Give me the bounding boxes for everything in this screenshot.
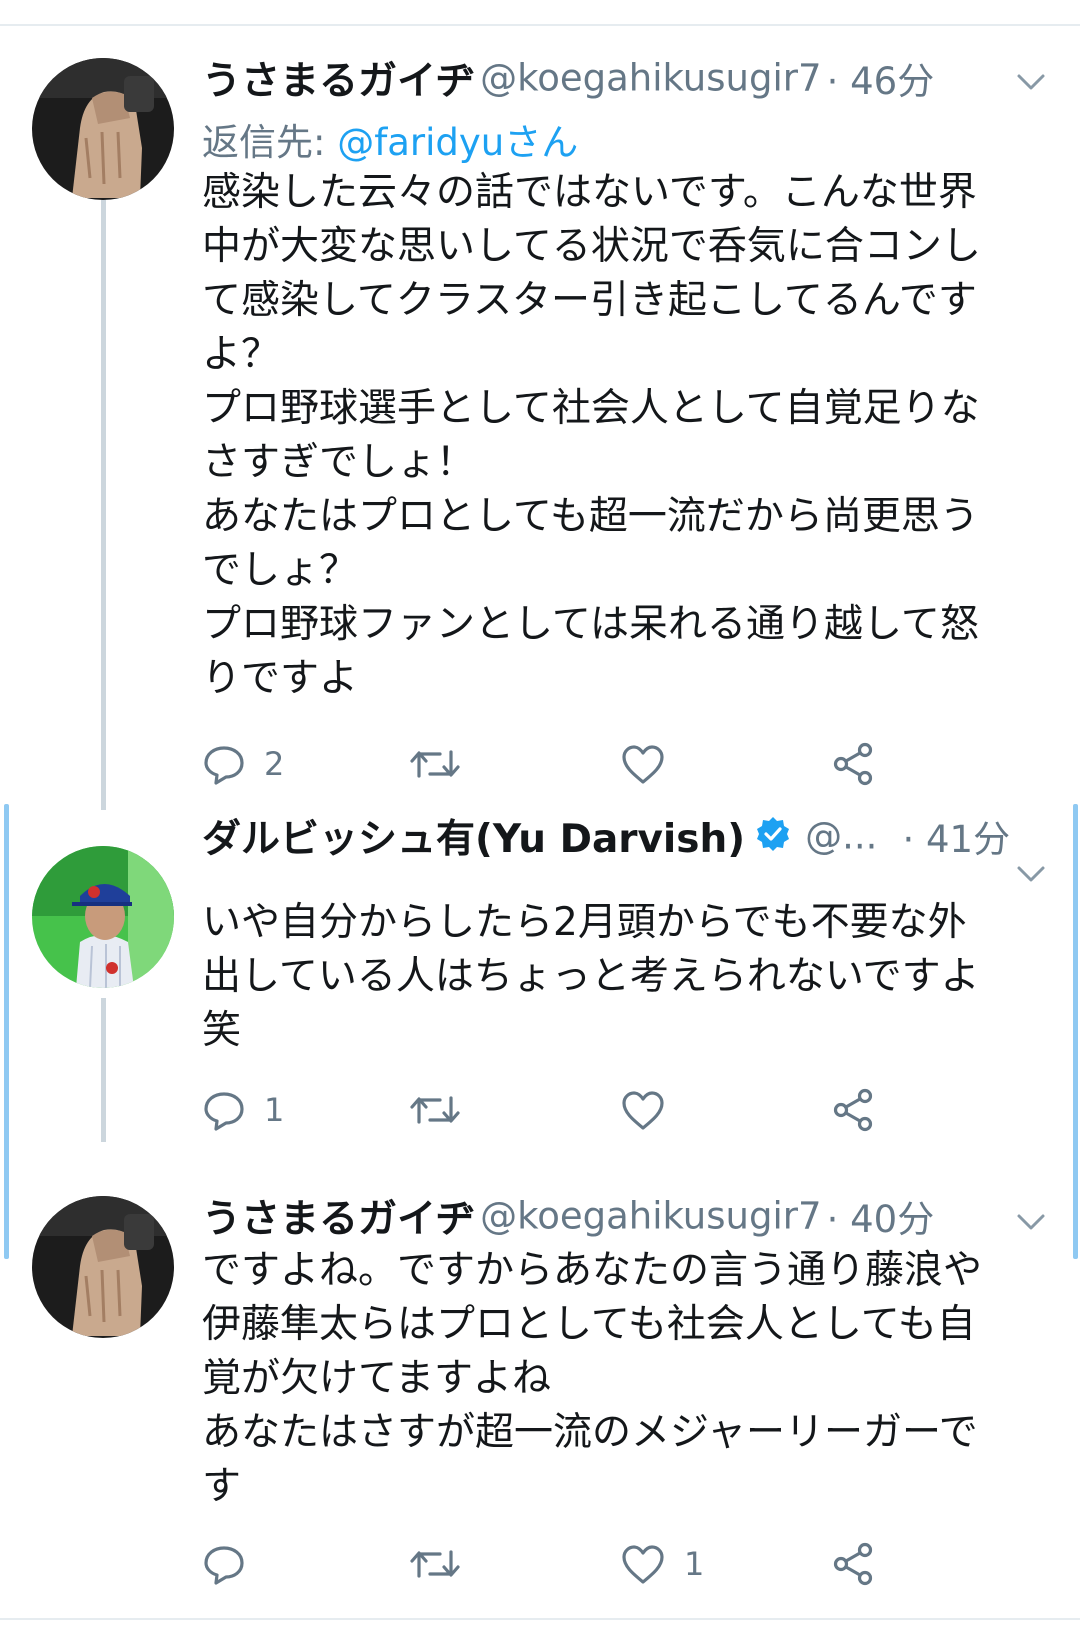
retweet-button[interactable] [410, 740, 478, 788]
user-handle[interactable]: @koegahikusugir7 [480, 1195, 821, 1238]
tweet-text-line: 中が大変な思いしてる状況で呑気に合コンし [202, 224, 981, 269]
reply-to-mention[interactable]: @faridyuさん [337, 121, 578, 164]
share-icon [833, 1542, 873, 1586]
verified-badge-icon [755, 816, 791, 856]
focus-indicator-left [4, 804, 9, 1259]
tweet-text-line: ですよね。ですからあなたの言う通り藤浪や [202, 1248, 983, 1293]
avatar-image [32, 846, 174, 988]
tweet-text-line: プロ野球ファンとしては呆れる通り越して怒 [202, 602, 979, 647]
reply-button[interactable]: 2 [202, 740, 284, 788]
tweet-text-line: 感染した云々の話ではないです。こんな世界 [202, 170, 977, 215]
display-name[interactable]: うさまるガイヂ [202, 1197, 475, 1242]
tweet-text-line: あなたはプロとしても超一流だから尚更思う [202, 494, 979, 539]
heart-icon [622, 1545, 664, 1584]
tweet-text: 感染した云々の話ではないです。こんな世界 中が大変な思いしてる状況で呑気に合コン… [202, 166, 1048, 706]
reply-icon [204, 1546, 244, 1585]
chevron-down-icon[interactable] [1016, 1212, 1046, 1232]
retweet-icon [410, 1550, 460, 1578]
share-button[interactable] [832, 1540, 876, 1588]
tweet-header: うさまるガイヂ @koegahikusugir7 · 46分 [202, 50, 1060, 108]
user-handle[interactable]: @... [805, 815, 877, 858]
retweet-icon [410, 750, 460, 778]
like-button[interactable]: 1 [620, 1540, 704, 1588]
top-divider [0, 24, 1080, 26]
reply-icon [204, 1092, 244, 1131]
conversation-thread: うさまるガイヂ @koegahikusugir7 · 46分 返信先: @far… [0, 0, 1080, 1634]
reply-count: 1 [264, 1091, 285, 1129]
bottom-divider [0, 1618, 1080, 1620]
avatar-image [32, 58, 174, 200]
tweet-text-line: でしょ？ [202, 548, 359, 593]
like-button[interactable] [620, 1086, 684, 1134]
retweet-icon [410, 1096, 460, 1124]
tweet-text-line: 笑 [202, 1008, 242, 1053]
avatar[interactable] [32, 846, 174, 988]
heart-icon [622, 745, 664, 784]
reply-to-label: 返信先: [202, 121, 338, 164]
chevron-down-icon[interactable] [1016, 864, 1046, 884]
tweet-text: ですよね。ですからあなたの言う通り藤浪や 伊藤隼太らはプロとしても社会人としても… [202, 1244, 1048, 1514]
display-name[interactable]: ダルビッシュ有(Yu Darvish) [202, 817, 745, 862]
user-handle[interactable]: @koegahikusugir7 [480, 57, 821, 100]
reply-count: 2 [264, 745, 285, 783]
like-button[interactable] [620, 740, 684, 788]
tweet-text-line: す [202, 1464, 242, 1509]
like-count: 1 [684, 1545, 705, 1583]
reply-button[interactable] [202, 1540, 264, 1588]
avatar[interactable] [32, 58, 174, 200]
tweet-actions: 1 [202, 1086, 902, 1134]
reply-button[interactable]: 1 [202, 1086, 284, 1134]
tweet-text-line: 出している人はちょっと考えられないですよ [202, 954, 980, 999]
tweet-text-line: て感染してクラスター引き起こしてるんです [202, 278, 977, 323]
share-button[interactable] [832, 1086, 876, 1134]
tweet-text-line: りですよ [202, 656, 359, 701]
timestamp[interactable]: · 46分 [827, 60, 935, 103]
tweet-text-line: さすぎでしょ！ [202, 440, 476, 485]
share-icon [833, 1088, 873, 1132]
timestamp[interactable]: · 40分 [827, 1198, 935, 1241]
tweet-text-line: 伊藤隼太らはプロとしても社会人としても自 [202, 1302, 976, 1347]
tweet-text: いや自分からしたら2月頭からでも不要な外 出している人はちょっと考えられないです… [202, 896, 1048, 1058]
retweet-button[interactable] [410, 1086, 478, 1134]
tweet-text-line: あなたはさすが超一流のメジャーリーガーで [202, 1410, 978, 1455]
tweet-text-line: プロ野球選手として社会人として自覚足りな [202, 386, 980, 431]
share-button[interactable] [832, 740, 876, 788]
heart-icon [622, 1091, 664, 1130]
tweet-actions: 1 [202, 1540, 902, 1588]
chevron-down-icon[interactable] [1016, 72, 1046, 92]
tweet-actions: 2 [202, 740, 902, 788]
timestamp[interactable]: · 41分 [902, 818, 1010, 861]
share-icon [833, 742, 873, 786]
tweet-text-line: よ？ [202, 332, 281, 377]
avatar-image [32, 1196, 174, 1338]
focus-indicator-right [1073, 804, 1078, 1259]
thread-connector-line [101, 998, 106, 1142]
reply-icon [204, 746, 244, 785]
tweet-header: うさまるガイヂ @koegahikusugir7 · 40分 [202, 1188, 1060, 1246]
tweet-header: ダルビッシュ有(Yu Darvish) @... · 41分 [202, 808, 1060, 866]
tweet-text-line: 覚が欠けてますよね [202, 1356, 552, 1401]
retweet-button[interactable] [410, 1540, 478, 1588]
display-name[interactable]: うさまるガイヂ [202, 59, 475, 104]
avatar[interactable] [32, 1196, 174, 1338]
reply-to-line: 返信先: @faridyuさん [202, 112, 578, 166]
tweet-text-line: いや自分からしたら2月頭からでも不要な外 [202, 900, 967, 945]
thread-connector-line [101, 198, 106, 810]
